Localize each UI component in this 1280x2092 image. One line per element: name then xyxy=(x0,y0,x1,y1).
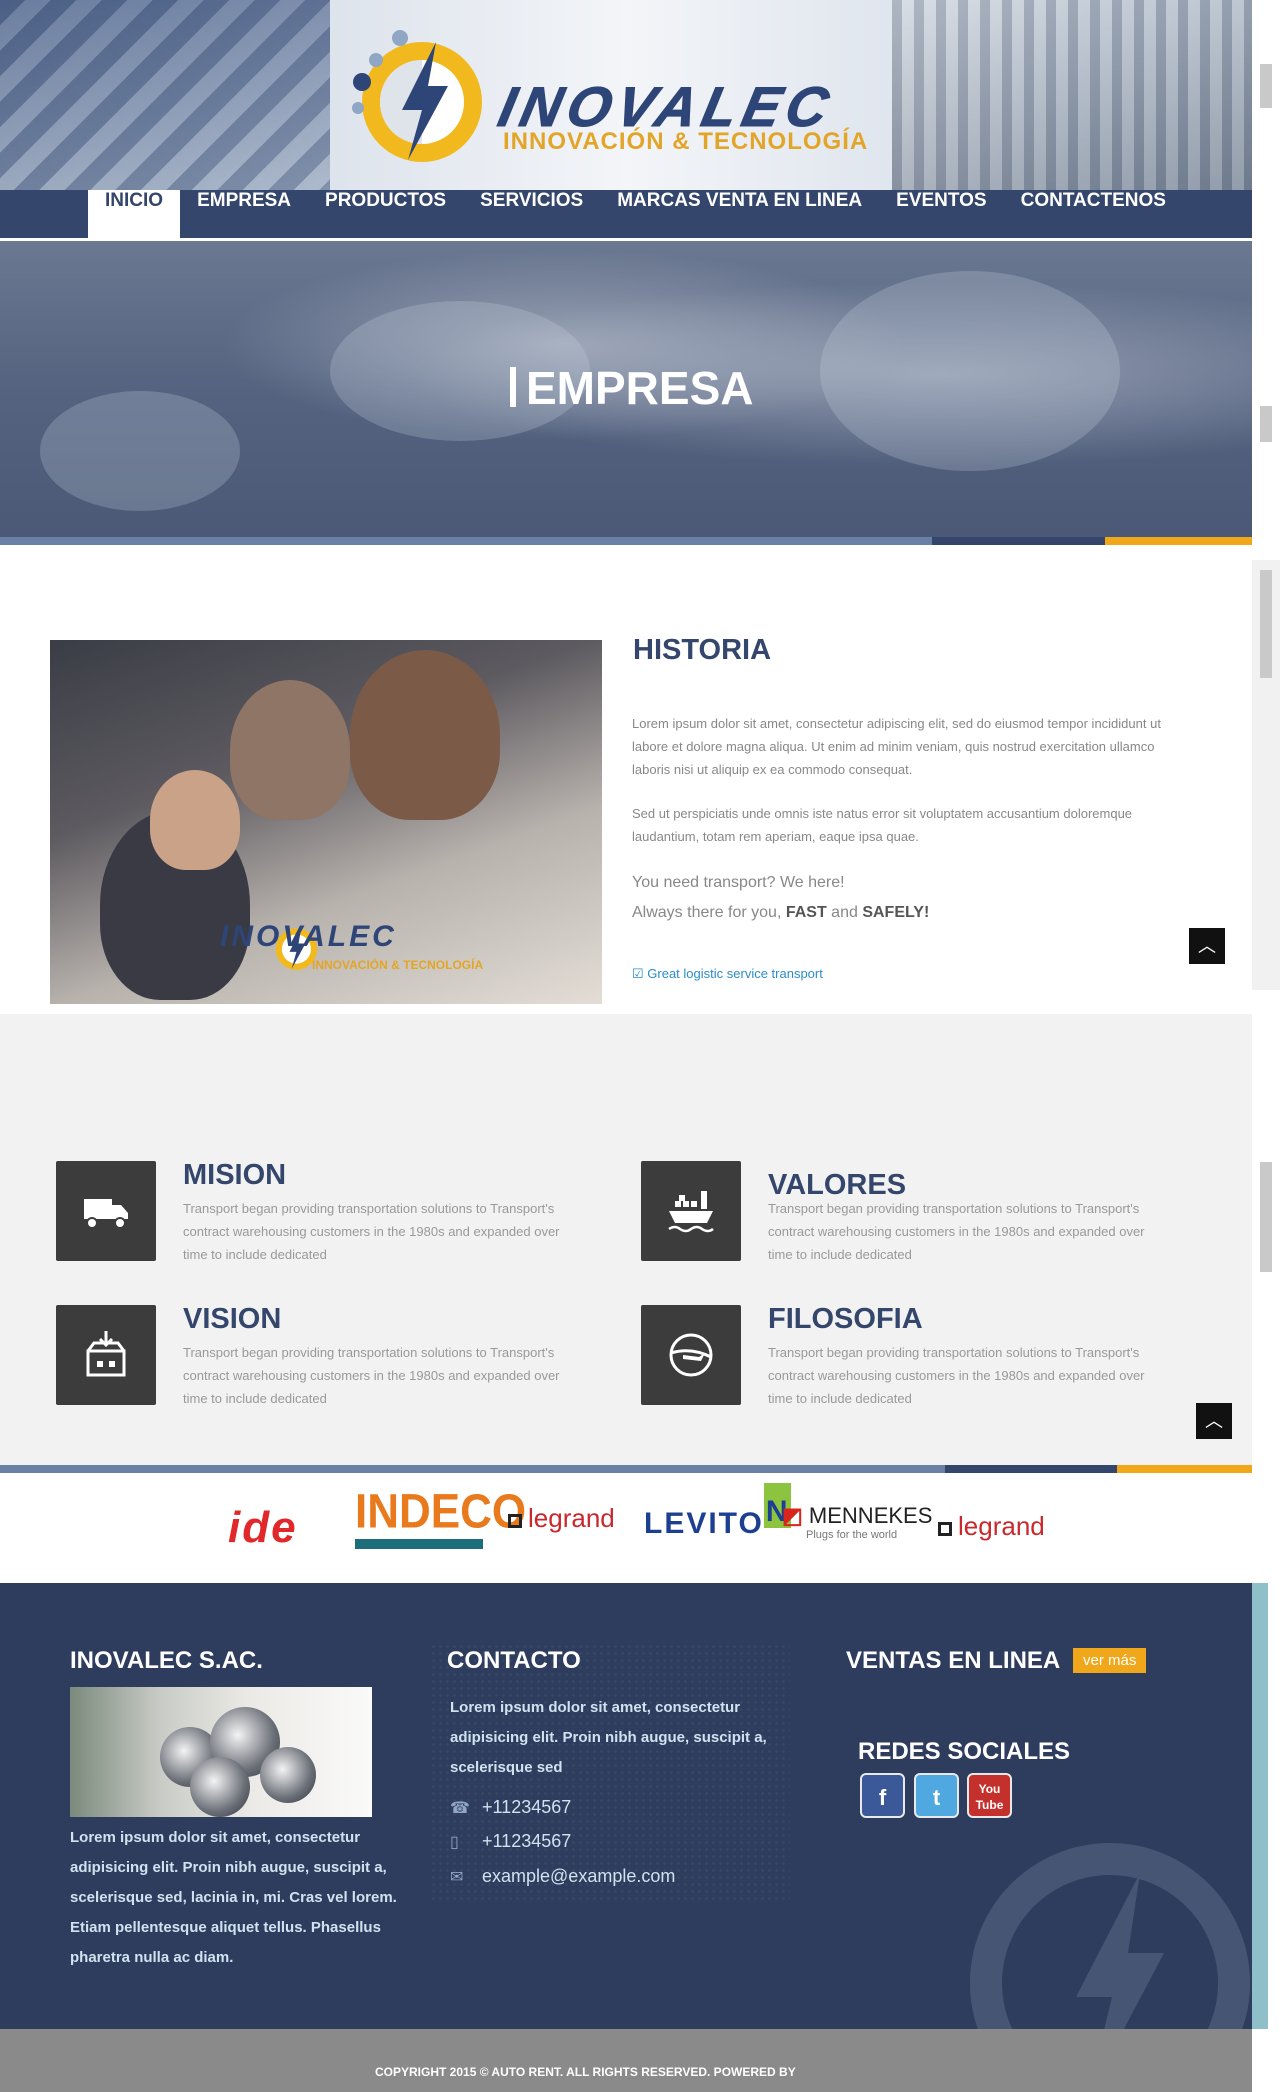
feature-title: FILOSOFIA xyxy=(768,1303,923,1335)
copyright-text: COPYRIGHT 2015 © AUTO RENT. ALL RIGHTS R… xyxy=(375,2065,796,2079)
envelope-icon: ✉ xyxy=(450,1869,464,1886)
banner-industrial-image-right xyxy=(892,0,1252,190)
page-title: EMPRESA xyxy=(510,361,753,415)
twitter-icon[interactable]: t xyxy=(914,1773,959,1818)
feature-text: Transport began providing transportation… xyxy=(768,1345,1145,1406)
nav-item-servicios[interactable]: SERVICIOS xyxy=(463,190,600,238)
scrollbar-thumb[interactable] xyxy=(1260,406,1272,442)
chevron-up-icon: ︿ xyxy=(1198,936,1216,956)
brand-logo-ide[interactable]: ide xyxy=(228,1503,298,1565)
header-banner: INOVALEC INNOVACIÓN & TECNOLOGÍA xyxy=(0,0,1252,190)
brand-logo-leviton[interactable]: LEVITON xyxy=(644,1483,792,1557)
brand-logo-legrand[interactable]: legrand xyxy=(938,1511,1045,1573)
feature-text: Transport began providing transportation… xyxy=(183,1201,560,1262)
nav-item-contactenos[interactable]: CONTACTENOS xyxy=(1004,190,1183,238)
page-hero: EMPRESA xyxy=(0,241,1252,537)
historia-service-link[interactable]: ☑ Great logistic service transport xyxy=(632,966,823,982)
site-footer: INOVALEC S.AC. Lorem ipsum dolor sit ame… xyxy=(0,1583,1252,2029)
feature-icon-box xyxy=(56,1161,156,1261)
plane-globe-icon xyxy=(669,1333,713,1377)
footer-email[interactable]: ✉ example@example.com xyxy=(450,1866,675,1887)
scrollbar-thumb[interactable] xyxy=(1260,570,1272,678)
photo-shape xyxy=(260,1747,316,1803)
nav-item-productos[interactable]: PRODUCTOS xyxy=(308,190,463,238)
historia-tagline-2: Always there for you, FAST and SAFELY! xyxy=(632,904,930,921)
footer-ventas-heading: VENTAS EN LINEA xyxy=(846,1647,1061,1674)
nav-item-inicio[interactable]: INICIO xyxy=(88,190,181,238)
site-logo[interactable]: INOVALEC INNOVACIÓN & TECNOLOGÍA xyxy=(340,24,900,174)
footer-company-heading: INOVALEC S.AC. xyxy=(70,1647,263,1674)
back-to-top-button[interactable]: ︿ xyxy=(1189,928,1225,964)
chevron-up-icon: ︿ xyxy=(1205,1411,1223,1431)
youtube-icon[interactable]: You Tube xyxy=(967,1773,1012,1818)
back-to-top-button[interactable]: ︿ xyxy=(1196,1403,1232,1439)
feature-text: Transport began providing transportation… xyxy=(768,1201,1145,1262)
nav-item-empresa[interactable]: EMPRESA xyxy=(180,190,308,238)
photo-figure xyxy=(230,680,350,820)
logo-bolt-icon xyxy=(352,30,482,162)
historia-heading: HISTORIA xyxy=(633,634,772,666)
footer-redes-heading: REDES SOCIALES xyxy=(858,1738,1071,1765)
package-icon xyxy=(86,1331,126,1377)
feature-title: MISION xyxy=(183,1159,287,1191)
photo-watermark: INOVALEC xyxy=(220,920,397,953)
nav-item-eventos[interactable]: EVENTOS xyxy=(879,190,1003,238)
banner-machinery-image-left xyxy=(0,0,330,190)
facebook-icon[interactable]: f xyxy=(860,1773,905,1818)
hero-stripe-divider xyxy=(0,537,1252,545)
ver-mas-button[interactable]: ver más xyxy=(1073,1648,1147,1673)
photo-figure xyxy=(150,770,240,870)
footer-bolt-watermark-icon xyxy=(970,1843,1250,2029)
photo-watermark-tagline: INNOVACIÓN & TECNOLOGÍA xyxy=(312,958,484,972)
feature-icon-box xyxy=(56,1305,156,1405)
page-scrollbar[interactable] xyxy=(1252,0,1280,2092)
feature-filosofia: FILOSOFIA Transport began providing tran… xyxy=(641,1303,1201,1415)
nav-item-marcas-venta-en-linea[interactable]: MARCAS VENTA EN LINEA xyxy=(600,190,879,238)
check-square-icon: ☑ xyxy=(632,966,648,981)
truck-icon xyxy=(84,1199,128,1229)
historia-paragraph-2: Sed ut perspiciatis unde omnis iste natu… xyxy=(632,806,1133,844)
hero-blur-shape xyxy=(40,391,240,511)
feature-text: Transport began providing transportation… xyxy=(183,1345,560,1406)
brand-logo-indeco[interactable]: INDECO xyxy=(355,1486,526,1551)
feature-vision: VISION Transport began providing transpo… xyxy=(56,1303,616,1415)
copyright-bar: COPYRIGHT 2015 © AUTO RENT. ALL RIGHTS R… xyxy=(0,2029,1252,2092)
feature-valores: VALORES Transport began providing transp… xyxy=(641,1161,1201,1271)
footer-machinery-photo xyxy=(70,1687,372,1817)
footer-contact-heading: CONTACTO xyxy=(447,1647,581,1674)
inner-scroll-track xyxy=(1252,1583,1268,2029)
main-nav: INICIO EMPRESA PRODUCTOS SERVICIOS MARCA… xyxy=(0,190,1252,241)
brand-logo-legrand[interactable]: legrand xyxy=(508,1503,615,1565)
brand-logo-mennekes[interactable]: ◩ MENNEKES Plugs for the world xyxy=(782,1503,932,1565)
historia-paragraph-1: Lorem ipsum dolor sit amet, consectetur … xyxy=(632,716,1161,777)
mobile-icon: ▯ xyxy=(450,1834,459,1851)
footer-mobile[interactable]: ▯ +11234567 xyxy=(450,1831,571,1852)
historia-team-photo: INOVALEC INNOVACIÓN & TECNOLOGÍA xyxy=(50,640,602,1004)
photo-shape xyxy=(190,1757,250,1817)
brand-logos-strip: ide INDECO legrand LEVITON ◩ MENNEKES Pl… xyxy=(0,1473,1252,1583)
hero-blur-shape xyxy=(820,271,1120,471)
feature-icon-box xyxy=(641,1161,741,1261)
scrollbar-thumb[interactable] xyxy=(1260,64,1272,108)
logo-tagline: INNOVACIÓN & TECNOLOGÍA xyxy=(503,128,869,155)
phone-icon: ☎ xyxy=(450,1800,470,1817)
feature-title: VISION xyxy=(183,1303,282,1335)
feature-mision: MISION Transport began providing transpo… xyxy=(56,1159,616,1271)
photo-figure xyxy=(350,650,500,820)
scrollbar-thumb[interactable] xyxy=(1260,1162,1272,1272)
historia-tagline-1: You need transport? We here! xyxy=(632,874,845,891)
footer-company-text: Lorem ipsum dolor sit amet, consectetur … xyxy=(70,1829,397,1966)
features-stripe-divider xyxy=(0,1465,1252,1473)
feature-icon-box xyxy=(641,1305,741,1405)
ship-icon xyxy=(668,1191,714,1233)
footer-phone[interactable]: ☎ +11234567 xyxy=(450,1797,571,1818)
footer-contact-text: Lorem ipsum dolor sit amet, consectetur … xyxy=(450,1699,767,1776)
